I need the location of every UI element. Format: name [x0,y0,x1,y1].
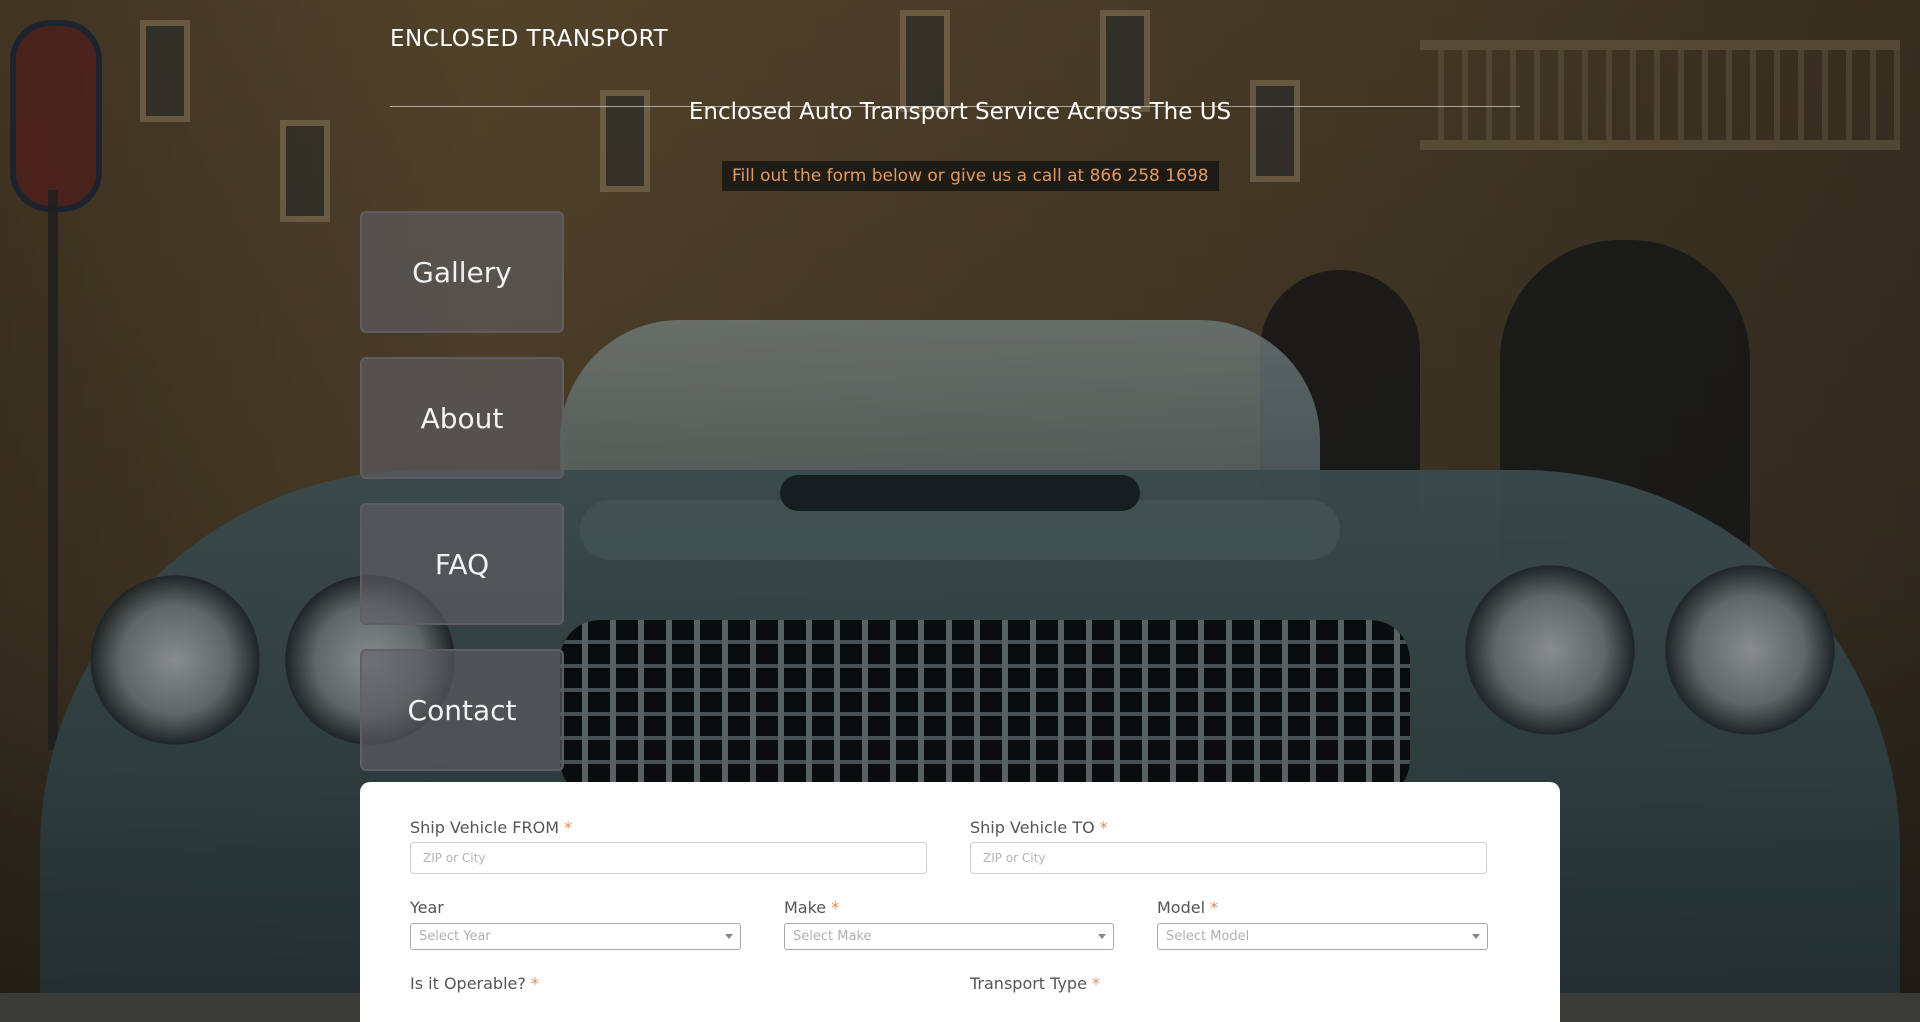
make-select-value: Select Make [793,929,872,944]
transport-type-label-text: Transport Type [970,974,1087,993]
year-label: Year [410,898,444,917]
nav-faq-button[interactable]: FAQ [360,503,564,625]
required-marker: * [1092,974,1101,993]
required-marker: * [1099,818,1108,837]
nav-gallery-button[interactable]: Gallery [360,211,564,333]
quote-form: Ship Vehicle FROM * Ship Vehicle TO * Ye… [360,782,1560,1022]
chevron-down-icon [719,924,740,949]
ship-to-label-text: Ship Vehicle TO [970,818,1095,837]
page-tagline: Enclosed Auto Transport Service Across T… [0,99,1920,125]
model-select-value: Select Model [1166,929,1250,944]
nav-about-button[interactable]: About [360,357,564,479]
required-marker: * [1210,898,1219,917]
ship-from-label-text: Ship Vehicle FROM [410,818,560,837]
model-label-text: Model [1157,898,1206,917]
transport-type-label: Transport Type * [970,974,1100,993]
chevron-down-icon [1092,924,1113,949]
tagline-text: Enclosed Auto Transport Service Across T… [688,99,1232,125]
operable-label-text: Is it Operable? [410,974,526,993]
year-select[interactable]: Select Year [410,923,741,950]
nav-contact-button[interactable]: Contact [360,649,564,771]
ship-to-input[interactable] [970,842,1487,874]
model-select[interactable]: Select Model [1157,923,1488,950]
year-label-text: Year [410,898,444,917]
required-marker: * [564,818,573,837]
operable-label: Is it Operable? * [410,974,539,993]
site-logo[interactable]: ENCLOSED TRANSPORT [390,26,668,52]
ship-from-label: Ship Vehicle FROM * [410,818,572,837]
make-label-text: Make [784,898,827,917]
required-marker: * [530,974,539,993]
ship-from-input[interactable] [410,842,927,874]
chevron-down-icon [1466,924,1487,949]
side-navigation: Gallery About FAQ Contact [360,211,564,795]
make-label: Make * [784,898,839,917]
year-select-value: Select Year [419,929,491,944]
model-label: Model * [1157,898,1218,917]
ship-to-label: Ship Vehicle TO * [970,818,1108,837]
make-select[interactable]: Select Make [784,923,1114,950]
required-marker: * [831,898,840,917]
call-to-action-banner: Fill out the form below or give us a cal… [722,161,1219,191]
